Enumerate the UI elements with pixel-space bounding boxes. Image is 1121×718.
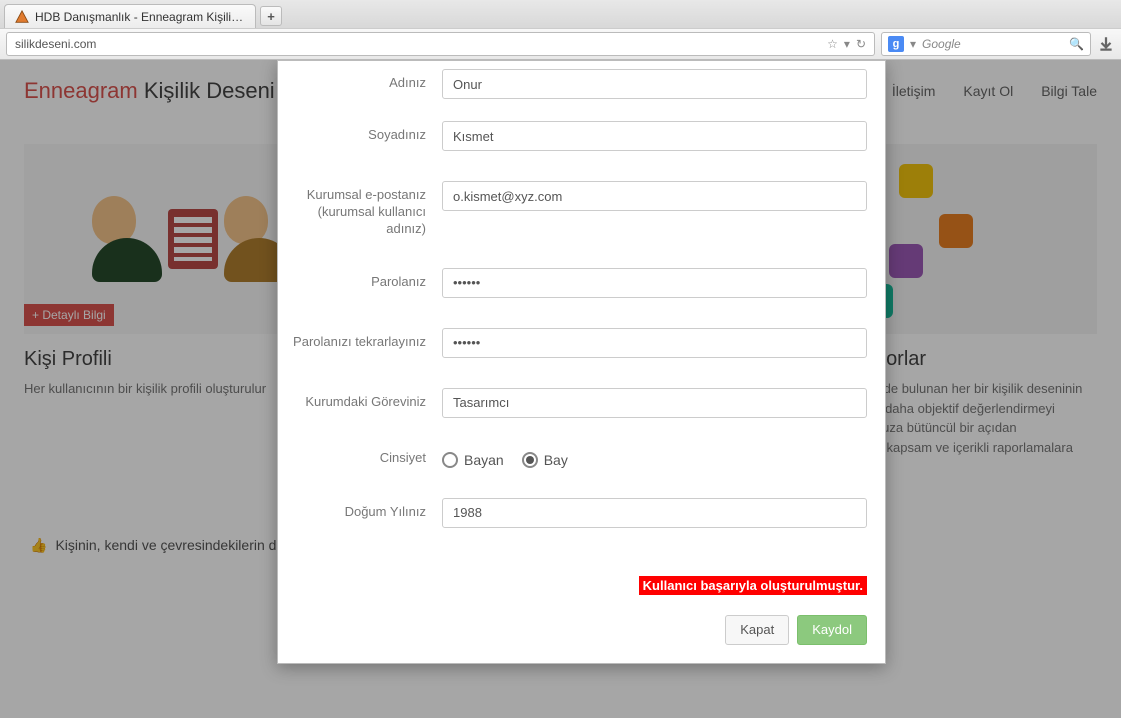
url-input[interactable]: silikdeseni.com ☆ ▾ ↻ xyxy=(6,32,875,56)
label-surname: Soyadınız xyxy=(278,121,426,144)
tab-title: HDB Danışmanlık - Enneagram Kişilik De..… xyxy=(35,10,245,24)
dropdown-icon[interactable]: ▾ xyxy=(844,37,850,51)
url-text: silikdeseni.com xyxy=(15,37,96,51)
downloads-icon[interactable] xyxy=(1097,35,1115,53)
label-password2: Parolanızı tekrarlayınız xyxy=(278,328,426,351)
input-password2[interactable] xyxy=(442,328,867,358)
label-password: Parolanız xyxy=(278,268,426,291)
label-birth: Doğum Yılınız xyxy=(278,498,426,521)
bookmark-star-icon[interactable]: ☆ xyxy=(827,37,838,51)
row-gender: Cinsiyet Bayan Bay xyxy=(278,440,867,490)
input-name[interactable] xyxy=(442,69,867,99)
row-surname: Soyadınız xyxy=(278,113,867,173)
row-birth: Doğum Yılınız xyxy=(278,490,867,562)
row-email: Kurumsal e-postanız (kurumsal kullanıcı … xyxy=(278,173,867,260)
save-button[interactable]: Kaydol xyxy=(797,615,867,645)
modal-footer: Kullanıcı başarıyla oluşturulmuştur. Kap… xyxy=(278,562,885,663)
register-modal: Adınız Soyadınız Kurumsal e-postanız (ku… xyxy=(277,60,886,664)
search-icon[interactable]: 🔍 xyxy=(1069,37,1084,51)
row-name: Adınız xyxy=(278,61,867,113)
new-tab-button[interactable]: + xyxy=(260,6,282,26)
label-gender: Cinsiyet xyxy=(278,448,426,467)
row-password2: Parolanızı tekrarlayınız xyxy=(278,320,867,380)
browser-tab[interactable]: HDB Danışmanlık - Enneagram Kişilik De..… xyxy=(4,4,256,28)
favicon-icon xyxy=(15,10,29,24)
tab-bar: HDB Danışmanlık - Enneagram Kişilik De..… xyxy=(0,0,1121,28)
label-name: Adınız xyxy=(278,69,426,92)
row-role: Kurumdaki Göreviniz xyxy=(278,380,867,440)
page-content: Enneagram Kişilik Deseni Analiz İletişim… xyxy=(0,60,1121,718)
input-birth[interactable] xyxy=(442,498,867,528)
input-email[interactable] xyxy=(442,181,867,211)
browser-chrome: HDB Danışmanlık - Enneagram Kişilik De..… xyxy=(0,0,1121,60)
close-button[interactable]: Kapat xyxy=(725,615,789,645)
search-placeholder: Google xyxy=(922,37,961,51)
radio-female[interactable]: Bayan xyxy=(442,452,504,468)
google-icon: g xyxy=(888,36,904,52)
label-email: Kurumsal e-postanız (kurumsal kullanıcı … xyxy=(278,181,426,238)
radio-male[interactable]: Bay xyxy=(522,452,568,468)
label-role: Kurumdaki Göreviniz xyxy=(278,388,426,411)
input-password[interactable] xyxy=(442,268,867,298)
search-dropdown-icon[interactable]: ▾ xyxy=(910,37,916,51)
address-bar: silikdeseni.com ☆ ▾ ↻ g ▾ Google 🔍 xyxy=(0,28,1121,60)
success-message: Kullanıcı başarıyla oluşturulmuştur. xyxy=(639,576,867,595)
input-surname[interactable] xyxy=(442,121,867,151)
input-role[interactable] xyxy=(442,388,867,418)
search-input[interactable]: g ▾ Google 🔍 xyxy=(881,32,1091,56)
row-password: Parolanız xyxy=(278,260,867,320)
reload-icon[interactable]: ↻ xyxy=(856,37,866,51)
